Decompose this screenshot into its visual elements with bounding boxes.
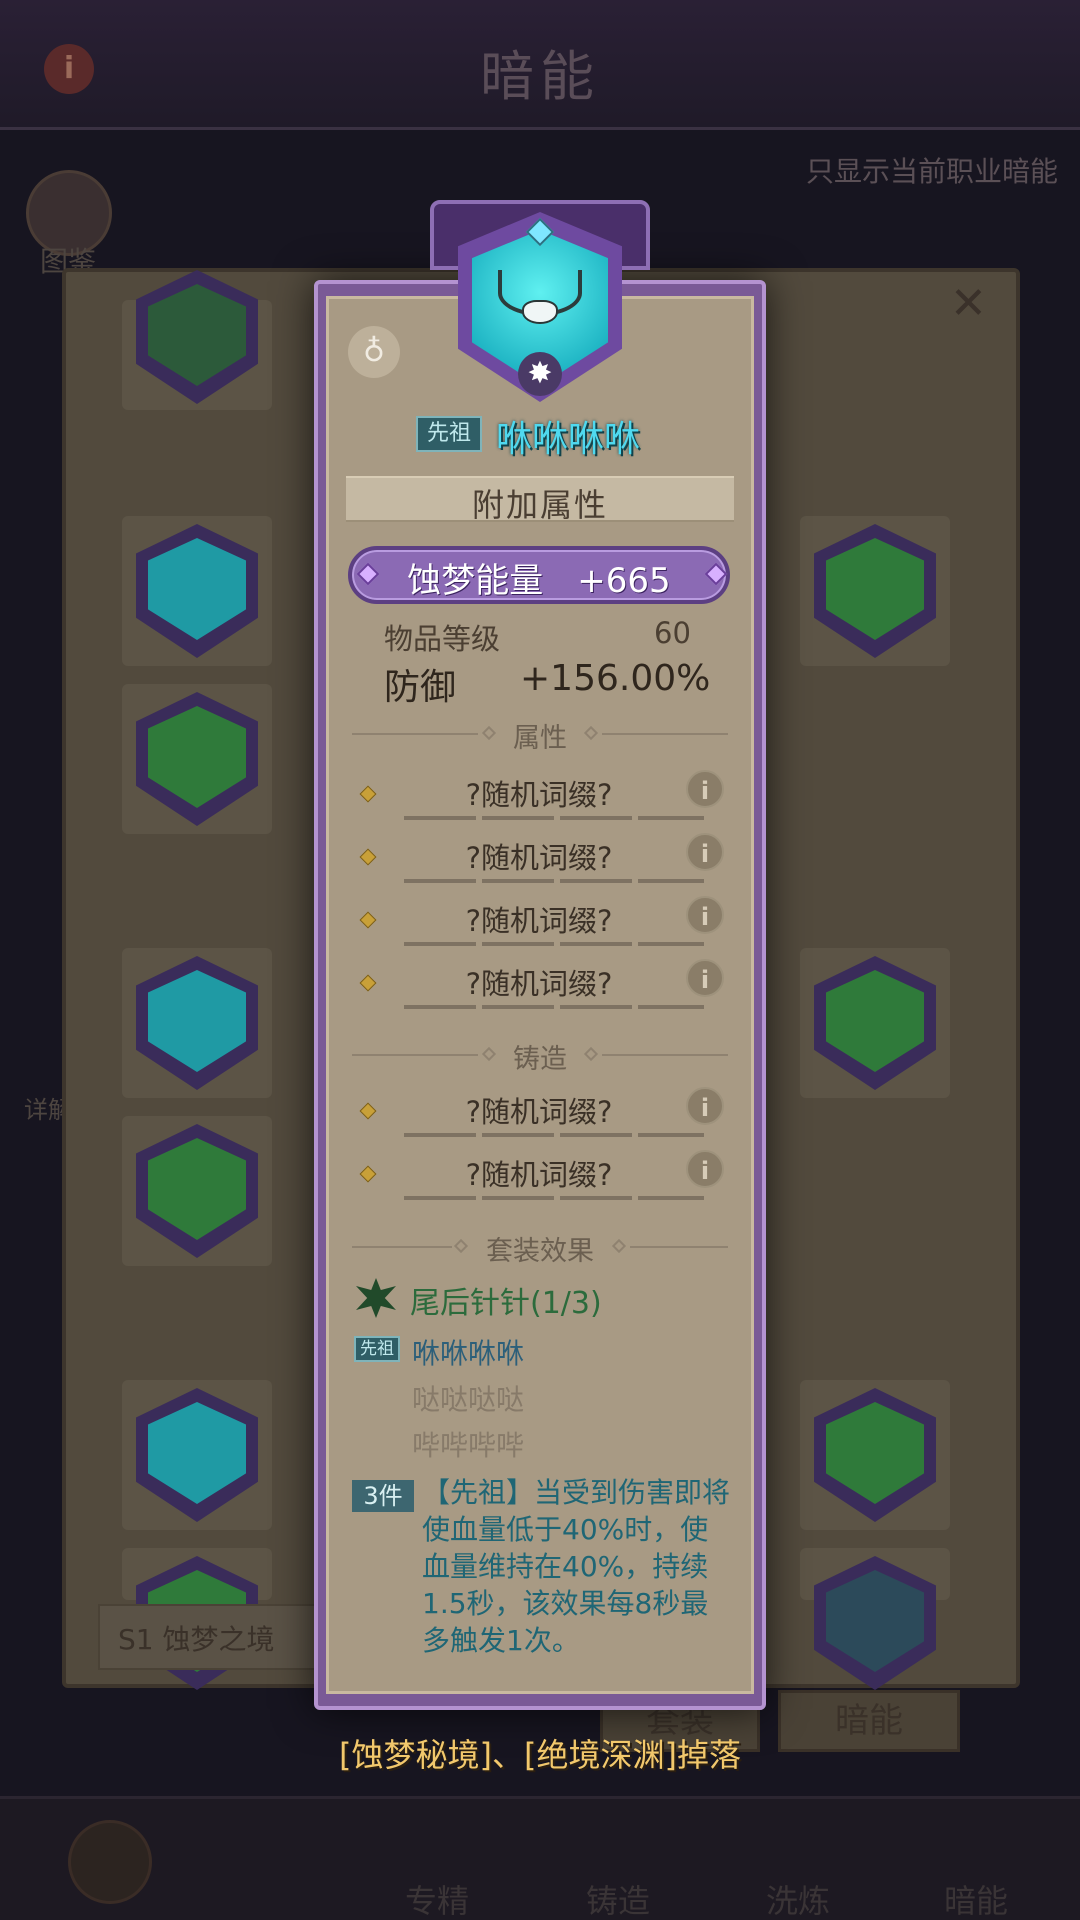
gear-slot[interactable] <box>800 1380 950 1530</box>
affix-underline <box>404 816 704 820</box>
attribute-text: ?随机词缀? <box>465 778 613 812</box>
gear-slot[interactable] <box>122 516 272 666</box>
divider <box>352 1246 452 1248</box>
nav-forge[interactable]: 铸造 <box>586 1876 650 1920</box>
star-icon: ✸ <box>518 352 562 396</box>
gear-slot[interactable] <box>122 1548 272 1690</box>
affix-underline <box>404 1133 704 1137</box>
attribute-text: ?随机词缀? <box>465 841 613 875</box>
affix-underline <box>404 879 704 883</box>
attr-section-title: 属性 <box>513 723 567 754</box>
bullet-icon <box>359 1102 377 1120</box>
nav-specialization[interactable]: 专精 <box>405 1876 469 1920</box>
gear-slot[interactable] <box>800 948 950 1098</box>
set-piece-rarity-tag: 先祖 <box>354 1336 400 1362</box>
nav-refine[interactable]: 洗炼 <box>766 1876 830 1920</box>
item-level-value: 60 <box>654 616 691 650</box>
info-icon[interactable]: i <box>686 833 724 871</box>
info-icon[interactable]: i <box>686 1087 724 1125</box>
filter-toggle-label[interactable]: 只显示当前职业暗能 <box>806 150 1058 190</box>
skull-pendant-icon <box>522 300 558 324</box>
gear-slot[interactable] <box>800 516 950 666</box>
gear-slot[interactable] <box>122 684 272 834</box>
forge-affix-row: ?随机词缀? i <box>352 1146 732 1204</box>
bullet-icon <box>359 848 377 866</box>
rarity-tag: 先祖 <box>416 416 482 452</box>
divider <box>602 733 728 735</box>
set-piece-owned: 咻咻咻咻 <box>412 1337 525 1370</box>
set-bonus-text: 【先祖】当受到伤害即将使血量低于40%时，使血量维持在40%，持续1.5秒，该效… <box>422 1476 731 1657</box>
forge-affix-text: ?随机词缀? <box>465 1095 613 1129</box>
gear-slot[interactable] <box>800 1548 950 1690</box>
bullet-icon <box>359 974 377 992</box>
defense-label: 防御 <box>384 667 457 708</box>
divider <box>352 733 478 735</box>
attribute-row: ?随机词缀? i <box>352 829 732 887</box>
forge-affix-text: ?随机词缀? <box>465 1158 613 1192</box>
affix-underline <box>404 1196 704 1200</box>
set-section-title: 套装效果 <box>486 1236 594 1267</box>
set-name: 尾后针针(1/3) <box>410 1286 602 1321</box>
screen-title: 暗能 <box>480 45 600 108</box>
gear-slot[interactable] <box>122 270 272 410</box>
bullet-icon <box>359 911 377 929</box>
attribute-row: ?随机词缀? i <box>352 955 732 1013</box>
set-piece-missing: 哒哒哒哒 <box>412 1383 525 1416</box>
affix-underline <box>404 1005 704 1009</box>
defense-value: +156.00% <box>520 658 711 699</box>
attribute-text: ?随机词缀? <box>465 967 613 1001</box>
gear-slot[interactable] <box>122 948 272 1098</box>
info-icon[interactable]: i <box>686 896 724 934</box>
divider <box>352 1054 478 1056</box>
gear-slot[interactable] <box>122 1116 272 1266</box>
forge-section-title: 铸造 <box>513 1044 567 1075</box>
bottom-nav <box>0 1796 1080 1920</box>
set-bonus-tag: 3件 <box>352 1480 414 1512</box>
info-button[interactable]: i <box>44 44 94 94</box>
item-name: 咻咻咻咻 <box>496 419 641 460</box>
main-stat-text: 蚀梦能量 +665 <box>407 561 671 601</box>
extra-attr-title: 附加属性 <box>471 486 608 524</box>
amulet-type-icon: ♁ <box>348 326 400 378</box>
item-level-label: 物品等级 <box>384 622 501 656</box>
forge-affix-row: ?随机词缀? i <box>352 1083 732 1141</box>
divider <box>602 1054 728 1056</box>
info-icon[interactable]: i <box>686 770 724 808</box>
attribute-row: ?随机词缀? i <box>352 766 732 824</box>
drop-source-text: [蚀梦秘境]、[绝境深渊]掉落 <box>339 1736 741 1774</box>
bullet-icon <box>359 785 377 803</box>
close-icon[interactable]: ✕ <box>950 278 987 329</box>
attribute-row: ?随机词缀? i <box>352 892 732 950</box>
info-icon[interactable]: i <box>686 959 724 997</box>
attribute-text: ?随机词缀? <box>465 904 613 938</box>
set-piece-missing: 哔哔哔哔 <box>412 1429 525 1462</box>
back-arrow-icon[interactable] <box>68 1820 152 1904</box>
divider <box>630 1246 728 1248</box>
season-label: S1 蚀梦之境 <box>118 1623 275 1656</box>
affix-underline <box>404 942 704 946</box>
bullet-icon <box>359 1165 377 1183</box>
info-icon[interactable]: i <box>686 1150 724 1188</box>
nav-dark-energy[interactable]: 暗能 <box>944 1876 1008 1920</box>
gear-slot[interactable] <box>122 1380 272 1530</box>
